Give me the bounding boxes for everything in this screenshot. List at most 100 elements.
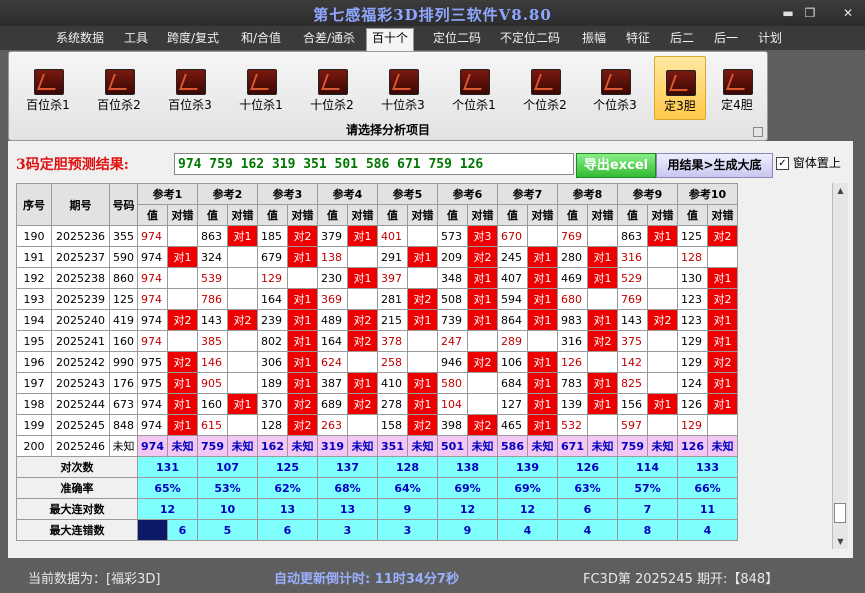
row-seq: 194 bbox=[16, 309, 52, 331]
menu-item[interactable]: 定位二码 bbox=[433, 29, 481, 48]
ribbon-button[interactable]: 十位杀2 bbox=[303, 56, 361, 118]
cell-value: 239 bbox=[257, 309, 288, 331]
table-row[interactable]: 196 2025242 990 975 对2 146 306 对1 624 258 946 对2 106… bbox=[16, 351, 738, 373]
menu-item[interactable]: 后一 bbox=[714, 29, 738, 48]
menu-item[interactable]: 百十个 bbox=[366, 28, 415, 51]
table-row[interactable]: 193 2025239 125 974 786 164 对1 369 281 对2 508 对1 594… bbox=[16, 288, 738, 310]
cell-value: 143 bbox=[197, 309, 228, 331]
table-row[interactable]: 194 2025240 419 974 对2 143 对2 239 对1 489 对2 215 对1 73… bbox=[16, 309, 738, 331]
generate-base-button[interactable]: 用结果>生成大底 bbox=[656, 153, 773, 178]
cell-result: 对1 bbox=[467, 309, 498, 331]
header-value: 值 bbox=[437, 204, 468, 226]
table-row[interactable]: 191 2025237 590 974 对1 324 679 对1 138 291 对1 209 对2 2… bbox=[16, 246, 738, 268]
stats-label: 准确率 bbox=[16, 477, 138, 499]
stats-value: 69% bbox=[437, 477, 498, 499]
table-row[interactable]: 197 2025243 176 975 对1 905 189 对1 387 对1 410 对1 580 6… bbox=[16, 372, 738, 394]
cell-value: 769 bbox=[557, 225, 588, 247]
chart-icon bbox=[601, 69, 631, 95]
cell-result: 对2 bbox=[347, 330, 378, 352]
cell-value: 316 bbox=[617, 246, 648, 268]
cell-result bbox=[467, 330, 498, 352]
menu-item[interactable]: 不定位二码 bbox=[500, 29, 560, 48]
menu-item[interactable]: 振幅 bbox=[582, 29, 606, 48]
cell-value: 974 bbox=[137, 393, 168, 415]
cell-value: 164 bbox=[257, 288, 288, 310]
cell-result: 对1 bbox=[227, 225, 258, 247]
scroll-thumb[interactable] bbox=[834, 503, 846, 523]
prediction-row[interactable]: 200 2025246 未知 974 未知 759 未知 162 未知 319 未知 351 未知 501… bbox=[16, 435, 738, 457]
cell-value: 946 bbox=[437, 351, 468, 373]
cell-value: 539 bbox=[197, 267, 228, 289]
cell-result bbox=[527, 225, 558, 247]
ribbon-button[interactable]: 个位杀1 bbox=[445, 56, 503, 118]
table-row[interactable]: 198 2025244 673 974 对1 160 对1 370 对2 689 对2 278 对1 10… bbox=[16, 393, 738, 415]
menu-item[interactable]: 后二 bbox=[670, 29, 694, 48]
cell-value: 379 bbox=[317, 225, 348, 247]
stats-value: 138 bbox=[437, 456, 498, 478]
cell-value: 680 bbox=[557, 288, 588, 310]
cell-value: 974 bbox=[137, 267, 168, 289]
table-row[interactable]: 195 2025241 160 974 385 802 对1 164 对2 378 247 289 31… bbox=[16, 330, 738, 352]
chart-icon bbox=[666, 70, 696, 96]
header-result: 对错 bbox=[647, 204, 678, 226]
menu-item[interactable]: 跨度/复式 bbox=[167, 29, 219, 48]
row-seq: 197 bbox=[16, 372, 52, 394]
scroll-up-icon[interactable]: ▲ bbox=[833, 183, 848, 198]
vertical-scrollbar[interactable]: ▲ ▼ bbox=[832, 183, 848, 549]
prediction-result-field[interactable]: 974 759 162 319 351 501 586 671 759 126 bbox=[174, 153, 574, 175]
row-period: 2025236 bbox=[51, 225, 110, 247]
cell-value: 905 bbox=[197, 372, 228, 394]
menu-item[interactable]: 特征 bbox=[626, 29, 650, 48]
export-excel-button[interactable]: 导出excel bbox=[576, 153, 656, 178]
ribbon-button[interactable]: 十位杀1 bbox=[232, 56, 290, 118]
row-period: 2025241 bbox=[51, 330, 110, 352]
ribbon-button[interactable]: 百位杀3 bbox=[161, 56, 219, 118]
cell-value: 319 bbox=[317, 435, 348, 457]
cell-value: 351 bbox=[377, 435, 408, 457]
ribbon-panel: 请选择分析项目 百位杀1 百位杀2 百位杀3 十位杀1 十位杀2 十位杀3 个位杀1 个位杀2… bbox=[8, 51, 768, 141]
cell-value: 398 bbox=[437, 414, 468, 436]
checkbox-icon[interactable]: ✓ bbox=[776, 157, 789, 170]
stats-value: 11 bbox=[677, 498, 738, 520]
menu-item[interactable]: 系统数据 bbox=[56, 29, 104, 48]
window-topmost-checkbox[interactable]: ✓ 窗体置上 bbox=[776, 154, 841, 171]
cell-value: 974 bbox=[137, 246, 168, 268]
header-result: 对错 bbox=[587, 204, 618, 226]
menu-item[interactable]: 和/合值 bbox=[241, 29, 281, 48]
table-row[interactable]: 190 2025236 355 974 863 对1 185 对2 379 对1 401 573 对3 6… bbox=[16, 225, 738, 247]
table-row[interactable]: 192 2025238 860 974 539 129 230 对1 397 348 对1 407 对1… bbox=[16, 267, 738, 289]
minimize-icon[interactable]: ▬ bbox=[776, 4, 800, 22]
menu-item[interactable]: 计划 bbox=[758, 29, 782, 48]
close-icon[interactable]: ✕ bbox=[835, 4, 861, 22]
cell-result bbox=[407, 267, 438, 289]
stats-value: 62% bbox=[257, 477, 318, 499]
ribbon-button-label: 百位杀2 bbox=[97, 98, 141, 112]
scroll-down-icon[interactable]: ▼ bbox=[833, 534, 848, 549]
header-result: 对错 bbox=[227, 204, 258, 226]
cell-value: 130 bbox=[677, 267, 708, 289]
row-seq: 192 bbox=[16, 267, 52, 289]
cell-result: 对2 bbox=[467, 414, 498, 436]
table-row[interactable]: 199 2025245 848 974 对1 615 128 对2 263 158 对2 398 对2 4… bbox=[16, 414, 738, 436]
ribbon-button[interactable]: 定3胆 bbox=[654, 56, 706, 120]
update-countdown: 自动更新倒计时: 11时34分7秒 bbox=[274, 572, 459, 587]
ribbon-button[interactable]: 十位杀3 bbox=[374, 56, 432, 118]
topmost-label: 窗体置上 bbox=[792, 156, 841, 170]
ribbon-launcher-icon[interactable] bbox=[753, 127, 763, 137]
cell-result: 对1 bbox=[527, 246, 558, 268]
cell-result: 未知 bbox=[647, 435, 678, 457]
ribbon-button[interactable]: 定4胆 bbox=[712, 56, 762, 118]
analysis-panel: 3码定胆预测结果: 974 759 162 319 351 501 586 67… bbox=[8, 141, 853, 558]
ribbon-button[interactable]: 个位杀3 bbox=[586, 56, 644, 118]
cell-result bbox=[227, 372, 258, 394]
ribbon-button[interactable]: 百位杀1 bbox=[19, 56, 77, 118]
cell-result bbox=[647, 267, 678, 289]
ribbon-button[interactable]: 百位杀2 bbox=[90, 56, 148, 118]
ribbon-button[interactable]: 个位杀2 bbox=[516, 56, 574, 118]
cell-value: 759 bbox=[617, 435, 648, 457]
maximize-icon[interactable]: ❐ bbox=[798, 4, 822, 22]
cell-value: 573 bbox=[437, 225, 468, 247]
menu-item[interactable]: 工具 bbox=[124, 29, 148, 48]
stats-value: 7 bbox=[617, 498, 678, 520]
menu-item[interactable]: 合差/通杀 bbox=[303, 29, 355, 48]
